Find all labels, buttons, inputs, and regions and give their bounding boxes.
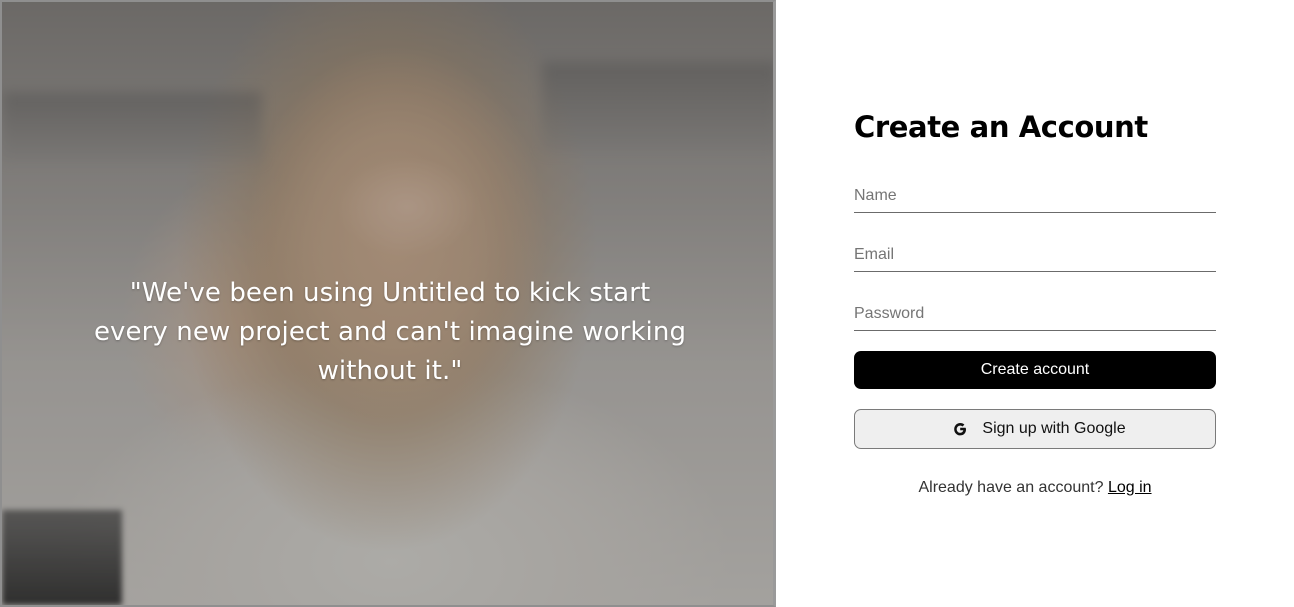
google-g-icon xyxy=(952,421,968,437)
signup-page: "We've been using Untitled to kick start… xyxy=(0,0,1294,607)
login-prompt: Already have an account? Log in xyxy=(854,479,1216,497)
google-signup-label: Sign up with Google xyxy=(982,420,1126,437)
page-title: Create an Account xyxy=(854,110,1148,144)
testimonial-quote: "We've been using Untitled to kick start… xyxy=(93,278,687,386)
hero-image-panel: "We've been using Untitled to kick start… xyxy=(0,0,776,607)
name-field[interactable] xyxy=(854,179,1216,213)
email-field[interactable] xyxy=(854,238,1216,272)
signup-form-panel: Create an Account Create account Sign up… xyxy=(776,0,1294,607)
google-signup-button[interactable]: Sign up with Google xyxy=(854,409,1216,449)
create-account-button[interactable]: Create account xyxy=(854,351,1216,389)
login-prompt-text: Already have an account? xyxy=(918,479,1104,496)
signup-form: Create an Account Create account Sign up… xyxy=(854,107,1216,497)
login-link[interactable]: Log in xyxy=(1108,479,1152,496)
password-field[interactable] xyxy=(854,297,1216,331)
